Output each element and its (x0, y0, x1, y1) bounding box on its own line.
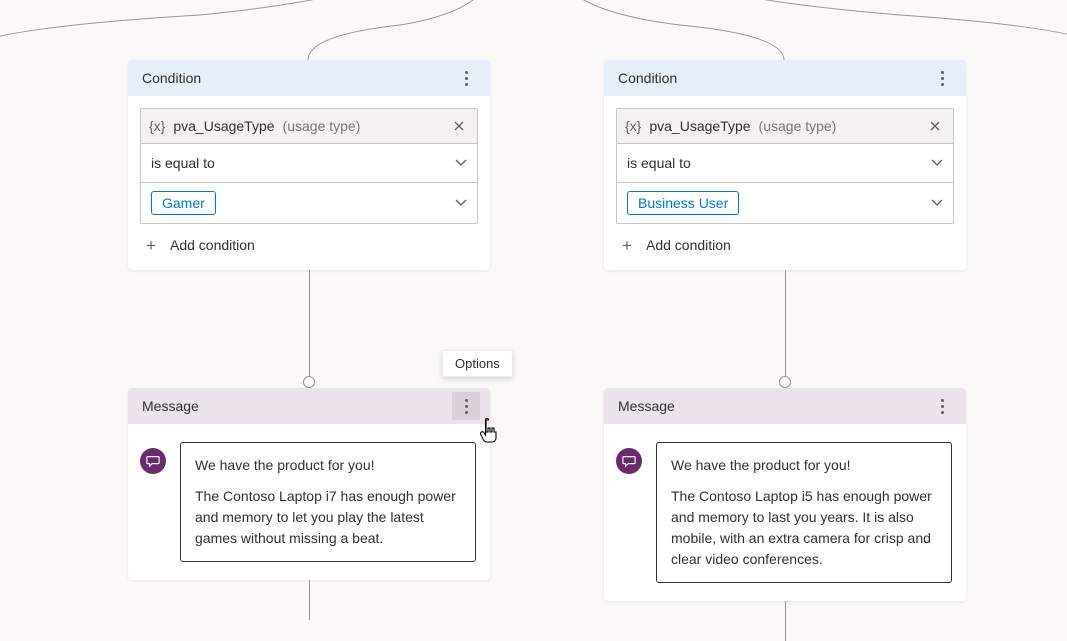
chat-icon (140, 448, 166, 474)
add-condition-button[interactable]: + Add condition (616, 224, 954, 258)
connector-line (309, 270, 310, 376)
variable-name: pva_UsageType (173, 118, 274, 134)
vertical-dots-icon (465, 71, 468, 86)
connector-node[interactable] (779, 376, 791, 388)
clear-variable-button[interactable] (925, 116, 945, 136)
message-header: Message (604, 388, 966, 424)
branch-gamer: Condition {x} pva_UsageType (usage type)… (128, 60, 490, 580)
value-select[interactable]: Gamer (141, 182, 477, 223)
message-line2: The Contoso Laptop i5 has enough power a… (671, 486, 937, 570)
condition-header: Condition (128, 60, 490, 96)
value-select[interactable]: Business User (617, 182, 953, 223)
add-condition-label: Add condition (646, 237, 731, 253)
message-body: We have the product for you! The Contoso… (128, 424, 490, 580)
vertical-dots-icon (941, 399, 944, 414)
connector-line (785, 601, 786, 641)
plus-icon: + (618, 236, 636, 254)
chevron-down-icon (931, 197, 943, 209)
message-text-box[interactable]: We have the product for you! The Contoso… (180, 442, 476, 562)
message-options-button[interactable] (452, 392, 480, 420)
message-body: We have the product for you! The Contoso… (604, 424, 966, 601)
condition-options-button[interactable] (928, 64, 956, 92)
condition-fields: {x} pva_UsageType (usage type) is equal … (616, 108, 954, 224)
condition-title: Condition (618, 70, 677, 86)
close-icon (930, 121, 940, 131)
options-tooltip: Options (442, 350, 513, 377)
value-tag: Business User (627, 191, 739, 215)
condition-fields: {x} pva_UsageType (usage type) is equal … (140, 108, 478, 224)
message-text-box[interactable]: We have the product for you! The Contoso… (656, 442, 952, 583)
variable-row[interactable]: {x} pva_UsageType (usage type) (617, 109, 953, 144)
add-condition-button[interactable]: + Add condition (140, 224, 478, 258)
connector-line (785, 270, 786, 376)
variable-name: pva_UsageType (649, 118, 750, 134)
message-title: Message (142, 398, 199, 414)
condition-header: Condition (604, 60, 966, 96)
operator-value: is equal to (151, 155, 215, 171)
condition-options-button[interactable] (452, 64, 480, 92)
connector-line (309, 580, 310, 620)
variable-token-icon: {x} (149, 118, 165, 134)
chevron-down-icon (455, 157, 467, 169)
condition-body: {x} pva_UsageType (usage type) is equal … (604, 96, 966, 270)
message-card[interactable]: Message We have the product for you! The… (128, 388, 490, 580)
condition-card[interactable]: Condition {x} pva_UsageType (usage type)… (604, 60, 966, 270)
close-icon (454, 121, 464, 131)
vertical-dots-icon (941, 71, 944, 86)
value-tag: Gamer (151, 191, 216, 215)
chat-icon (616, 448, 642, 474)
message-line2: The Contoso Laptop i7 has enough power a… (195, 486, 461, 549)
vertical-dots-icon (465, 399, 468, 414)
operator-select[interactable]: is equal to (141, 144, 477, 182)
chevron-down-icon (455, 197, 467, 209)
message-header: Message (128, 388, 490, 424)
connector-node[interactable] (303, 376, 315, 388)
operator-value: is equal to (627, 155, 691, 171)
condition-title: Condition (142, 70, 201, 86)
plus-icon: + (142, 236, 160, 254)
add-condition-label: Add condition (170, 237, 255, 253)
message-options-button[interactable] (928, 392, 956, 420)
message-line1: We have the product for you! (671, 455, 937, 476)
variable-label: (usage type) (759, 118, 837, 134)
operator-select[interactable]: is equal to (617, 144, 953, 182)
message-card[interactable]: Message We have the product for you! The… (604, 388, 966, 601)
clear-variable-button[interactable] (449, 116, 469, 136)
variable-row[interactable]: {x} pva_UsageType (usage type) (141, 109, 477, 144)
variable-token-icon: {x} (625, 118, 641, 134)
message-line1: We have the product for you! (195, 455, 461, 476)
branch-business: Condition {x} pva_UsageType (usage type)… (604, 60, 966, 601)
message-title: Message (618, 398, 675, 414)
condition-body: {x} pva_UsageType (usage type) is equal … (128, 96, 490, 270)
chevron-down-icon (931, 157, 943, 169)
variable-label: (usage type) (283, 118, 361, 134)
condition-card[interactable]: Condition {x} pva_UsageType (usage type)… (128, 60, 490, 270)
